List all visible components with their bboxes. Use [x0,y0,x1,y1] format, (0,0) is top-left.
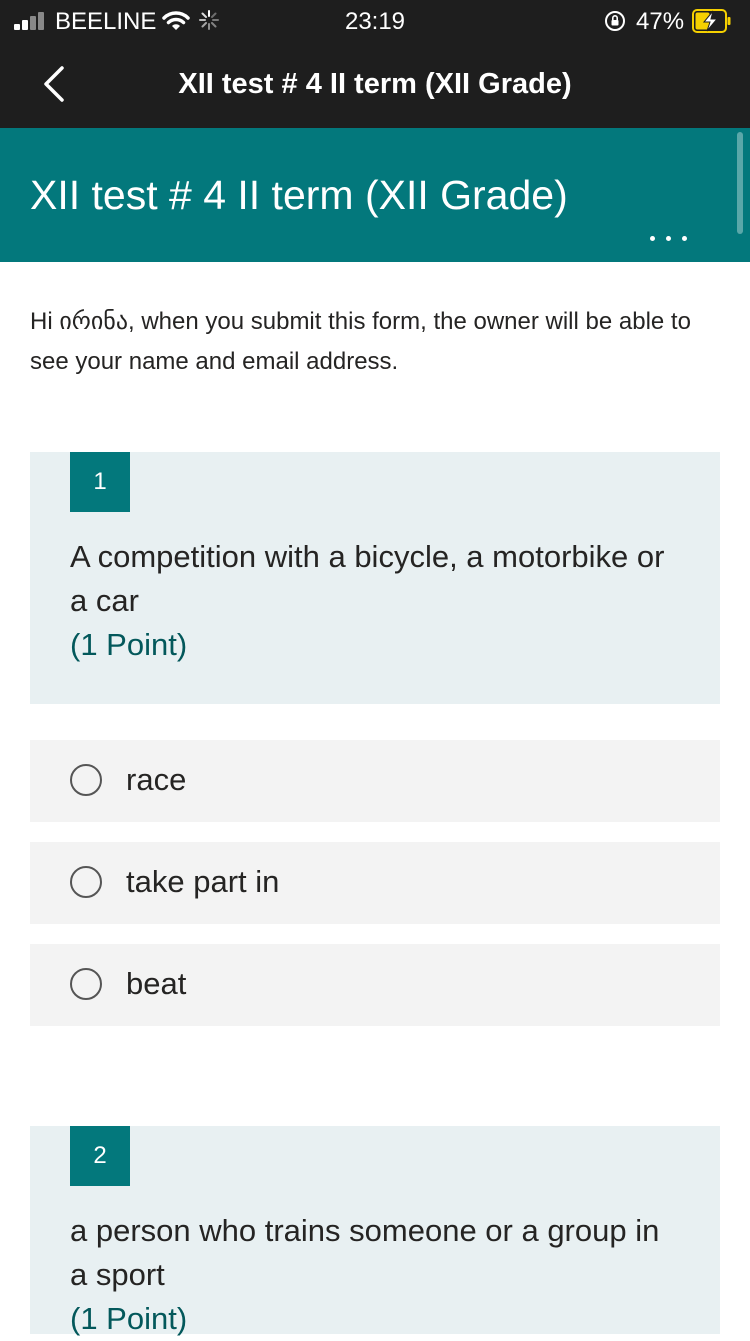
question-points: (1 Point) [70,1301,188,1336]
radio-button-icon[interactable] [70,968,102,1000]
question-points: (1 Point) [70,627,188,662]
question-number: 1 [70,452,130,512]
battery-percent: 47% [636,8,685,35]
question-number: 2 [70,1126,130,1186]
nav-title: XII test # 4 II term (XII Grade) [178,68,572,100]
answer-option[interactable]: take part in [30,842,720,924]
more-dots-icon [650,236,655,241]
scroll-indicator [737,132,743,234]
answer-option[interactable]: race [30,740,720,822]
question-text: A competition with a bicycle, a motorbik… [70,535,670,667]
more-options-button[interactable] [646,228,692,252]
answer-option-label: take part in [126,864,280,899]
radio-button-icon[interactable] [70,866,102,898]
question-card: 2 a person who trains someone or a group… [30,1126,720,1336]
battery-charging-icon [692,9,732,33]
answer-option[interactable]: beat [30,944,720,1026]
submission-notice: Hi ირინა, when you submit this form, the… [30,308,691,375]
question-prompt: a person who trains someone or a group i… [70,1213,660,1292]
radio-button-icon[interactable] [70,764,102,796]
answer-option-label: beat [126,966,187,1001]
navigation-bar: XII test # 4 II term (XII Grade) [0,42,750,128]
form-header: XII test # 4 II term (XII Grade) [0,128,750,262]
question-text: a person who trains someone or a group i… [70,1209,670,1341]
rotation-lock-icon [604,10,626,39]
form-title: XII test # 4 II term (XII Grade) [30,172,568,218]
question-prompt: A competition with a bicycle, a motorbik… [70,539,665,618]
question-card: 1 A competition with a bicycle, a motorb… [30,452,720,704]
status-bar: BEELINE 23:19 47% [0,0,750,42]
answer-option-label: race [126,762,187,797]
